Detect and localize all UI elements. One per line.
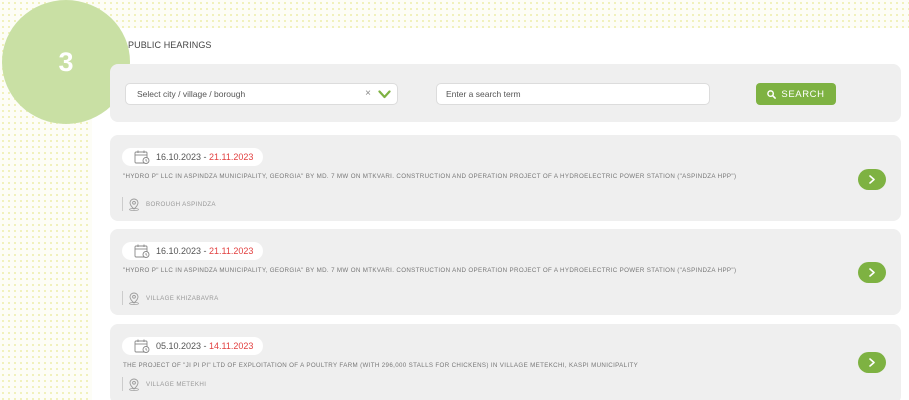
clear-icon[interactable]: × — [365, 84, 371, 104]
end-date: 14.11.2023 — [209, 341, 254, 351]
date-range: 05.10.2023 - 14.11.2023 — [122, 337, 264, 355]
hearing-description: "Hydro P" LLC in Aspindza Municipality, … — [123, 173, 737, 180]
calendar-icon — [134, 339, 150, 353]
location-select-placeholder: Select city / village / borough — [137, 89, 246, 99]
search-icon — [767, 89, 777, 99]
location-label: BOROUGH ASPINDZA — [146, 200, 216, 208]
filter-bar: Select city / village / borough × SEARCH — [110, 64, 901, 122]
chevron-right-icon — [869, 268, 875, 277]
date-range: 16.10.2023 - 21.11.2023 — [122, 148, 264, 166]
start-date: 16.10.2023 — [156, 152, 202, 162]
location-pin-icon — [129, 292, 139, 305]
hearing-location: BOROUGH ASPINDZA — [122, 197, 216, 211]
chevron-right-icon — [869, 175, 875, 184]
location-select[interactable]: Select city / village / borough × — [125, 83, 398, 105]
location-label: VILLAGE KHIZABAVRA — [146, 294, 219, 302]
hearing-description: The project of "Ji Pi Pi" LTD of exploit… — [123, 362, 639, 369]
location-label: VILLAGE METEKHI — [146, 380, 207, 388]
end-date: 21.11.2023 — [209, 152, 254, 162]
chevron-right-icon — [869, 358, 875, 367]
search-button-label: SEARCH — [781, 88, 825, 100]
page-title: PUBLIC HEARINGS — [128, 40, 212, 50]
open-hearing-button[interactable] — [858, 352, 886, 373]
hearing-card[interactable]: 16.10.2023 - 21.11.2023 "Hydro P" LLC in… — [110, 229, 901, 315]
hearing-description: "Hydro P" LLC in Aspindza Municipality, … — [123, 267, 737, 274]
hearing-card[interactable]: 16.10.2023 - 21.11.2023 "Hydro P" LLC in… — [110, 135, 901, 221]
calendar-icon — [134, 244, 150, 258]
end-date: 21.11.2023 — [209, 246, 254, 256]
location-pin-icon — [129, 198, 139, 211]
search-input[interactable] — [436, 83, 710, 105]
start-date: 05.10.2023 — [156, 341, 202, 351]
hearing-location: VILLAGE METEKHI — [122, 377, 206, 391]
location-pin-icon — [129, 378, 139, 391]
chevron-down-icon[interactable] — [378, 90, 391, 99]
step-number: 3 — [58, 46, 74, 77]
open-hearing-button[interactable] — [858, 262, 886, 283]
start-date: 16.10.2023 — [156, 246, 202, 256]
date-range: 16.10.2023 - 21.11.2023 — [122, 242, 264, 260]
search-button[interactable]: SEARCH — [756, 83, 836, 105]
open-hearing-button[interactable] — [858, 169, 886, 190]
hearing-location: VILLAGE KHIZABAVRA — [122, 291, 219, 305]
hearing-card[interactable]: 05.10.2023 - 14.11.2023 The project of "… — [110, 324, 901, 400]
calendar-icon — [134, 150, 150, 164]
